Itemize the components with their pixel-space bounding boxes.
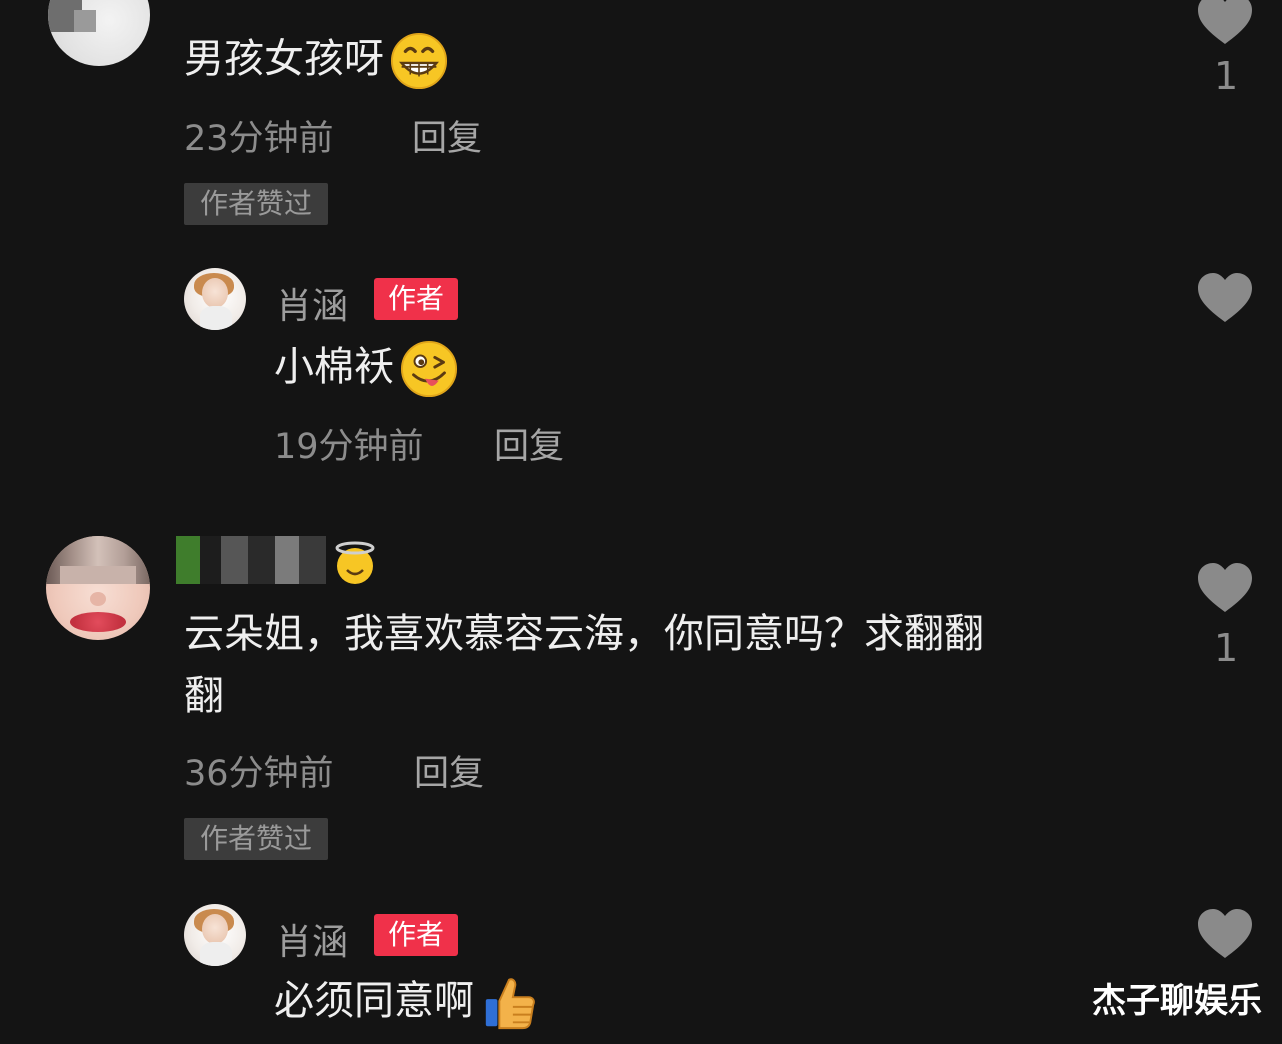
reply-button[interactable]: 回复 <box>494 418 564 469</box>
author-liked-badge: 作者赞过 <box>184 818 329 860</box>
angel-face-emoji <box>335 541 375 584</box>
comment-time: 23分钟前 <box>184 119 334 159</box>
reply-button[interactable]: 回复 <box>414 745 484 796</box>
grinning-face-emoji <box>390 32 448 90</box>
reply-text-content: 小棉袄 <box>274 344 394 390</box>
author-badge: 作者 <box>374 914 459 956</box>
author-badge: 作者 <box>374 278 459 320</box>
author-avatar[interactable] <box>184 268 246 330</box>
comment-section: 男孩女孩呀 23分钟前 回复 作者赞过 1 肖涵 作者 小棉袄 19分钟前 回复… <box>0 0 1282 1044</box>
comment-text-line1: 云朵姐，我喜欢慕容云海，你同意吗？求翻翻 <box>184 611 984 657</box>
watermark-text: 杰子聊娱乐 <box>1092 981 1262 1021</box>
author-avatar[interactable] <box>184 904 246 966</box>
like-count: 1 <box>1214 626 1239 670</box>
reply-text: 小棉袄 <box>274 340 458 398</box>
winking-tongue-face-emoji <box>400 340 458 398</box>
author-name[interactable]: 肖涵 <box>276 277 348 329</box>
comment-text: 男孩女孩呀 <box>184 32 448 90</box>
like-heart-icon[interactable] <box>1196 0 1254 46</box>
like-heart-icon[interactable] <box>1196 272 1254 324</box>
commenter-name-blurred[interactable] <box>176 536 326 584</box>
comment-time: 36分钟前 <box>184 754 334 794</box>
like-heart-icon[interactable] <box>1196 908 1254 960</box>
author-liked-badge: 作者赞过 <box>184 183 329 225</box>
like-heart-icon[interactable] <box>1196 562 1254 614</box>
reply-text: 必须同意啊 <box>274 974 538 1032</box>
comment-text-content: 男孩女孩呀 <box>184 36 384 82</box>
thumbs-up-emoji <box>485 978 535 1030</box>
author-name[interactable]: 肖涵 <box>276 913 348 965</box>
commenter-avatar[interactable] <box>48 0 150 66</box>
reply-time: 19分钟前 <box>274 427 424 467</box>
comment-text-line2: 翻 <box>184 673 224 719</box>
reply-button[interactable]: 回复 <box>412 110 482 161</box>
commenter-avatar[interactable] <box>46 536 150 640</box>
reply-text-content: 必须同意啊 <box>274 978 474 1024</box>
like-count: 1 <box>1214 54 1239 98</box>
